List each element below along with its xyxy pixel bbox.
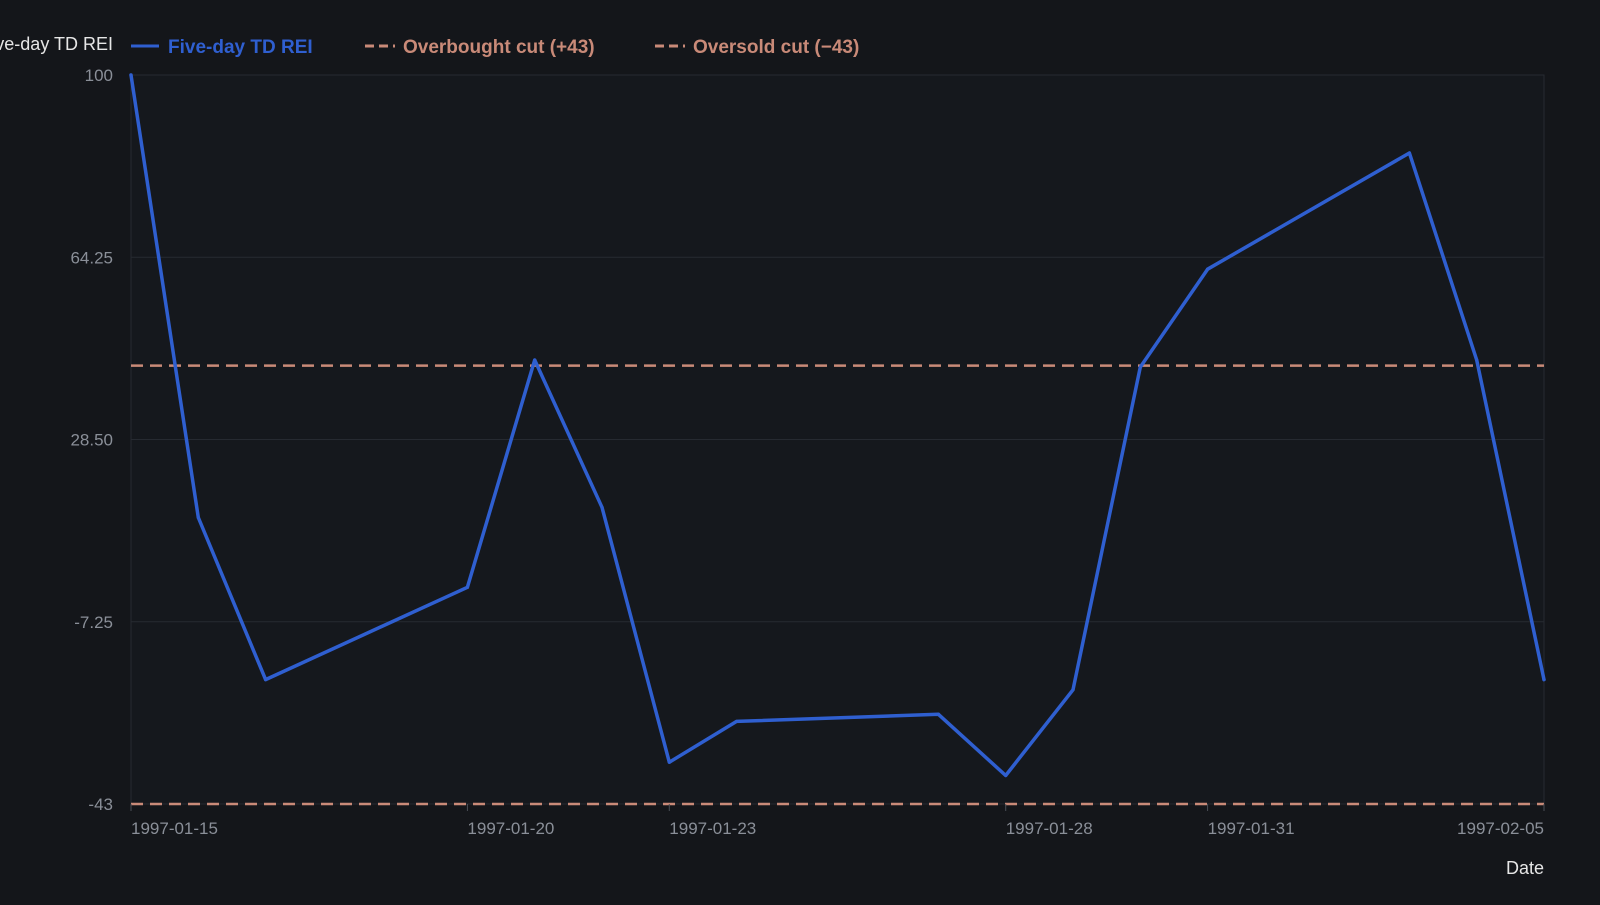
data-point (734, 719, 739, 724)
x-tick-label: 1997-01-23 (669, 819, 756, 838)
legend-label-series: Five-day TD REI (168, 37, 313, 58)
data-point (129, 73, 133, 77)
data-point (1004, 773, 1008, 778)
legend-label-overbought: Overbought cut (+43) (403, 37, 595, 58)
legend-label-oversold: Oversold cut (−43) (693, 37, 859, 58)
data-point (600, 505, 604, 509)
data-point (1071, 688, 1075, 692)
x-tick-label: 1997-01-28 (1006, 819, 1093, 838)
data-point (196, 515, 200, 520)
data-point (1475, 358, 1479, 362)
x-axis-title: Date (1506, 858, 1544, 878)
y-tick-labels: 100 64.25 28.50 -7.25 -43 (70, 66, 113, 814)
y-tick-label: 28.50 (70, 431, 113, 450)
data-point (1542, 678, 1546, 682)
data-point (465, 585, 470, 589)
legend: Five-day TD REI Five-day TD REI Overboug… (0, 34, 859, 58)
x-tick-label: 1997-01-31 (1208, 819, 1295, 838)
y-tick-label: -7.25 (74, 613, 113, 632)
x-tick-label: 1997-02-05 (1457, 819, 1544, 838)
data-point (667, 760, 671, 764)
data-point (1205, 267, 1210, 271)
y-axis-title: Five-day TD REI (0, 34, 113, 54)
y-tick-label: -43 (88, 795, 113, 814)
x-tick-label: 1997-01-15 (131, 819, 218, 838)
data-point (263, 678, 268, 682)
y-tick-label: 100 (85, 66, 113, 85)
x-tick-label: 1997-01-20 (467, 819, 554, 838)
data-point (1407, 151, 1412, 155)
data-point (936, 712, 941, 716)
data-point (1138, 365, 1142, 369)
chart-root: 100 64.25 28.50 -7.25 -43 1997-01-15 1997-01-… (0, 0, 1600, 900)
x-tick-labels: 1997-01-15 1997-01-20 1997-01-23 1997-01-28… (130, 804, 1545, 838)
data-point (533, 358, 537, 362)
y-tick-label: 64.25 (70, 248, 113, 267)
line-chart: 10064.2528.50-7.25-43 1997-01-15 1997-01-… (0, 34, 1546, 878)
